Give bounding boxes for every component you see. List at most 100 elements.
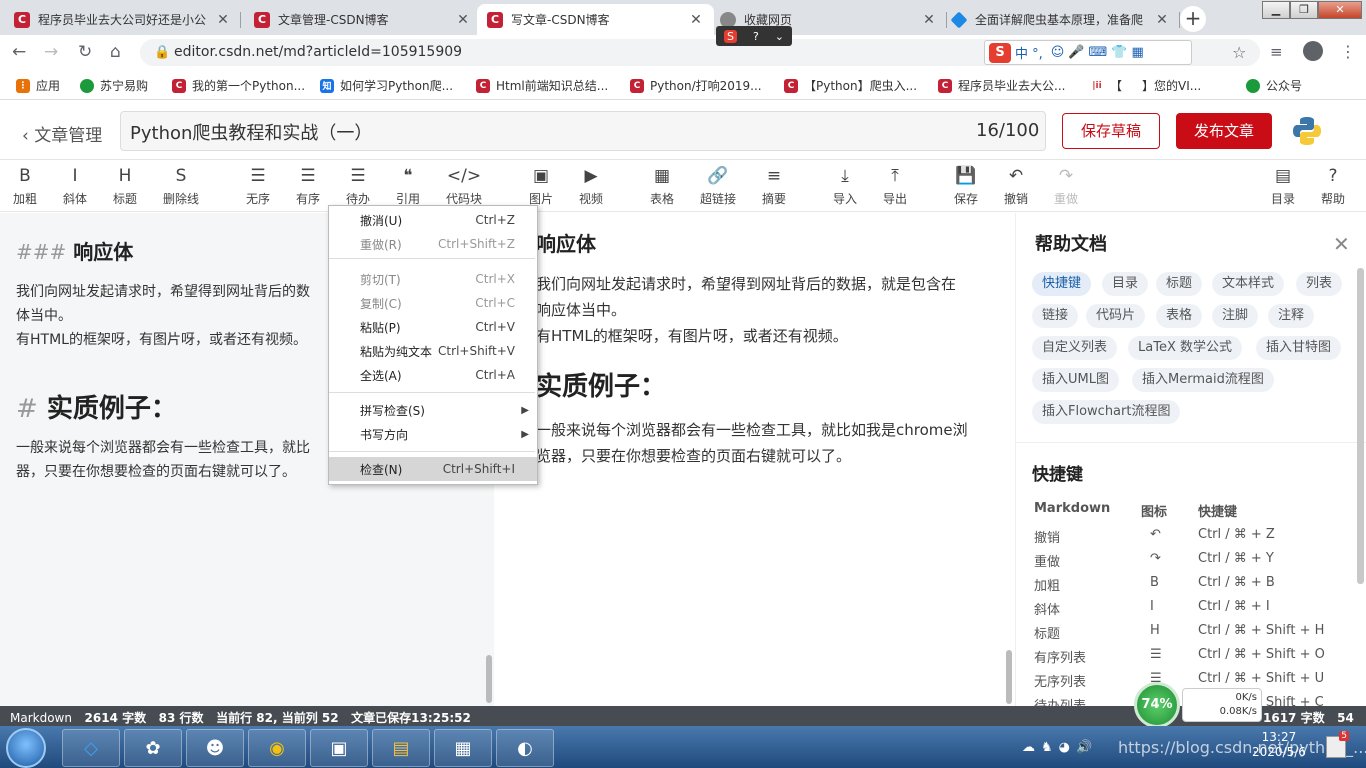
url-text[interactable]: editor.csdn.net/md?articleId=105915909 [174, 44, 462, 60]
control-panel-icon[interactable]: ▦ [434, 729, 492, 767]
more-menu-icon[interactable]: ⋮ [1340, 42, 1356, 61]
close-icon[interactable]: ✕ [1333, 232, 1350, 256]
bookmark-item[interactable]: |ii 【 [1090, 77, 1122, 94]
menu-item-cut[interactable]: 剪切(T) Ctrl+X [329, 267, 537, 291]
help-topic-chip[interactable]: 代码片 [1086, 304, 1146, 328]
browser-tab[interactable]: C 程序员毕业去大公司好还是小公 ✕ [4, 4, 241, 35]
bookmark-item[interactable]: C Python/打响2019... [630, 77, 762, 94]
menu-item-paste[interactable]: 粘贴(P) Ctrl+V [329, 315, 537, 339]
toolbar-code-block-button[interactable]: </> 代码块 [439, 164, 489, 207]
app-icon[interactable]: ✿ [124, 729, 182, 767]
toolbar-quote-button[interactable]: ❝ 引用 [383, 164, 433, 207]
new-tab-button[interactable]: + [1180, 6, 1206, 32]
help-topic-chip[interactable]: 插入UML图 [1032, 368, 1119, 392]
media-icon[interactable]: ≡ [1270, 43, 1283, 61]
preview-scrollbar[interactable] [1006, 650, 1012, 704]
toolbar-save-button[interactable]: 💾 保存 [941, 164, 991, 207]
help-topic-chip[interactable]: 链接 [1032, 304, 1079, 328]
toolbar-export-button[interactable]: ⤒ 导出 [870, 164, 920, 207]
toolbar-italic-button[interactable]: I 斜体 [50, 164, 100, 207]
title-text[interactable]: Python爬虫教程和实战（一） [130, 119, 372, 145]
help-topic-chip[interactable]: 插入Mermaid流程图 [1132, 368, 1274, 392]
toolbar-link-button[interactable]: 🔗 超链接 [693, 164, 743, 207]
menu-item-undo[interactable]: 撤消(U) Ctrl+Z [329, 208, 537, 232]
toolbar-import-button[interactable]: ⤓ 导入 [820, 164, 870, 207]
back-to-articles-link[interactable]: ‹ 文章管理 [22, 121, 102, 146]
browser-tab[interactable]: C 写文章-CSDN博客 ✕ [477, 4, 714, 35]
game-icon[interactable]: ☻ [186, 729, 244, 767]
menu-item-paste-plain[interactable]: 粘贴为纯文本 Ctrl+Shift+V [329, 339, 537, 363]
toolbar-unordered-list-button[interactable]: ☰ 无序 [233, 164, 283, 207]
tray-icons[interactable]: ☁♞◕🔊 [1022, 740, 1098, 755]
menu-item-copy[interactable]: 复制(C) Ctrl+C [329, 291, 537, 315]
bookmark-item[interactable]: 苏宁易购 [80, 77, 148, 94]
tab-close-icon[interactable]: ✕ [215, 12, 231, 28]
profile-avatar[interactable] [1303, 41, 1323, 61]
help-topic-chip[interactable]: 插入甘特图 [1256, 336, 1342, 360]
toolbar-image-button[interactable]: ▣ 图片 [516, 164, 566, 207]
start-button[interactable] [6, 728, 46, 768]
minimize-button[interactable]: ▁ [1262, 1, 1290, 19]
vscode-icon[interactable]: ◇ [62, 729, 120, 767]
save-draft-button[interactable]: 保存草稿 [1062, 113, 1160, 149]
help-topic-chip[interactable]: 注释 [1268, 304, 1315, 328]
bookmark-item[interactable]: C 我的第一个Python... [172, 77, 305, 94]
lock-icon[interactable]: 🔒 [154, 45, 170, 60]
toolbar-todo-list-button[interactable]: ☰ 待办 [333, 164, 383, 207]
chrome-icon[interactable]: ◉ [248, 729, 306, 767]
toolbar-toc-button[interactable]: ▤ 目录 [1258, 164, 1308, 207]
bookmark-star-icon[interactable]: ☆ [1232, 43, 1246, 62]
bookmark-item[interactable]: 】您的VI... [1142, 77, 1201, 94]
help-topic-chip[interactable]: 文本样式 [1212, 272, 1285, 296]
network-speed-widget[interactable]: 74% 0K/s 0.08K/s [1134, 682, 1262, 728]
sogou-mini-toolbar[interactable]: S ? ⌄ [716, 26, 792, 46]
forward-icon[interactable]: → [44, 42, 58, 62]
notification-icon[interactable]: 5 [1326, 731, 1349, 758]
toolbar-summary-button[interactable]: ≡ 摘要 [749, 164, 799, 207]
help-scrollbar[interactable] [1357, 268, 1364, 584]
reload-icon[interactable]: ↻ [78, 42, 92, 62]
python-logo-icon[interactable] [1290, 114, 1324, 148]
help-topic-chip[interactable]: 注脚 [1212, 304, 1259, 328]
menu-item-spell-check[interactable]: 拼写检查(S) ▶ [329, 398, 537, 422]
browser-tab[interactable]: C 文章管理-CSDN博客 ✕ [244, 4, 481, 35]
home-icon[interactable]: ⌂ [110, 42, 121, 62]
help-topic-chip[interactable]: 插入Flowchart流程图 [1032, 400, 1181, 424]
tab-close-icon[interactable]: ✕ [921, 12, 937, 28]
help-topic-chip[interactable]: 表格 [1156, 304, 1203, 328]
folder-icon[interactable]: ▤ [372, 729, 430, 767]
help-topic-chip[interactable]: 列表 [1296, 272, 1343, 296]
toolbar-undo-button[interactable]: ↶ 撤销 [991, 164, 1041, 207]
help-topic-chip[interactable]: 目录 [1102, 272, 1149, 296]
toolbar-bold-button[interactable]: B 加粗 [0, 164, 50, 207]
help-topic-chip[interactable]: 快捷键 [1032, 272, 1092, 296]
bookmark-item[interactable]: C 【Python】爬虫入... [784, 77, 917, 94]
publish-button[interactable]: 发布文章 [1176, 113, 1272, 149]
bookmark-item[interactable]: 知如何学习Python爬... [320, 77, 453, 94]
tab-close-icon[interactable]: ✕ [1154, 12, 1170, 28]
bookmark-item[interactable]: ⋮ 应用 [16, 77, 60, 94]
toolbar-help-button[interactable]: ? 帮助 [1308, 164, 1358, 207]
toolbar-video-button[interactable]: ▶ 视频 [566, 164, 616, 207]
toolbar-redo-button[interactable]: ↷ 重做 [1041, 164, 1091, 207]
tab-close-icon[interactable]: ✕ [455, 12, 471, 28]
menu-item-writing-direction[interactable]: 书写方向 ▶ [329, 422, 537, 446]
toolbar-strikethrough-button[interactable]: S 删除线 [156, 164, 206, 207]
bookmark-item[interactable]: 公众号 [1246, 77, 1302, 94]
close-window-button[interactable]: ✕ [1318, 1, 1362, 19]
system-clock[interactable]: 13:27 2020/5/6 [1252, 730, 1306, 760]
help-topic-chip[interactable]: 标题 [1156, 272, 1203, 296]
toolbar-table-button[interactable]: ▦ 表格 [637, 164, 687, 207]
menu-item-select-all[interactable]: 全选(A) Ctrl+A [329, 363, 537, 387]
browser-tab[interactable]: 全面详解爬虫基本原理，准备爬 ✕ [943, 4, 1180, 35]
chat-icon[interactable]: ▣ [310, 729, 368, 767]
help-topic-chip[interactable]: LaTeX 数学公式 [1128, 336, 1242, 360]
toolbar-heading-button[interactable]: H 标题 [100, 164, 150, 207]
back-icon[interactable]: ← [12, 42, 26, 62]
toolbar-ordered-list-button[interactable]: ☰ 有序 [283, 164, 333, 207]
maximize-button[interactable]: ❐ [1290, 1, 1318, 19]
menu-item-inspect[interactable]: 检查(N) Ctrl+Shift+I [329, 457, 537, 481]
bookmark-item[interactable]: C Html前端知识总结... [476, 77, 608, 94]
media-player-icon[interactable]: ◐ [496, 729, 554, 767]
help-topic-chip[interactable]: 自定义列表 [1032, 336, 1118, 360]
